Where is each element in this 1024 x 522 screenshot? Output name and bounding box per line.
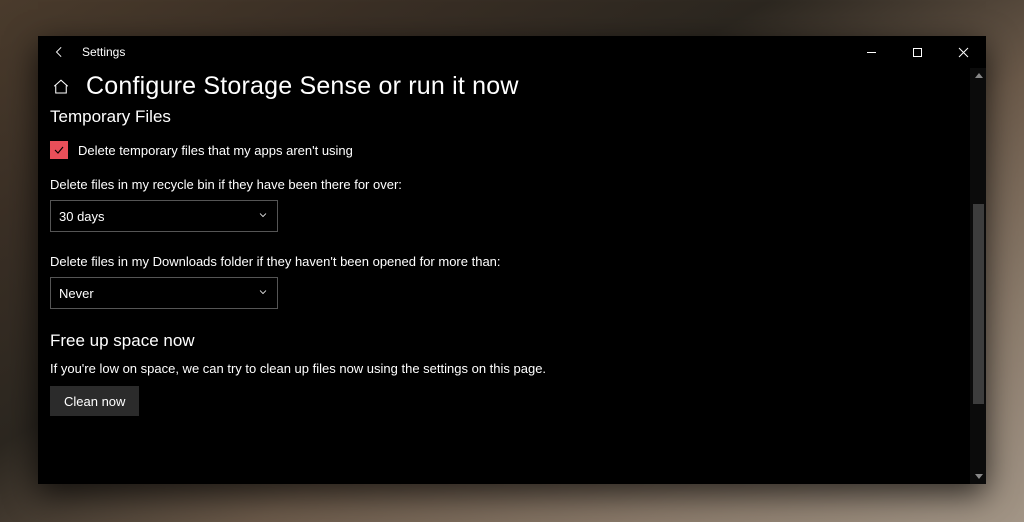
chevron-down-icon bbox=[257, 209, 269, 224]
settings-window: Settings Configure Storage S bbox=[38, 36, 986, 484]
downloads-value: Never bbox=[59, 286, 94, 301]
recycle-bin-value: 30 days bbox=[59, 209, 105, 224]
temporary-files-heading: Temporary Files bbox=[50, 107, 946, 127]
delete-temp-files-checkbox[interactable] bbox=[50, 141, 68, 159]
scroll-down-button[interactable] bbox=[971, 468, 986, 484]
minimize-button[interactable] bbox=[848, 36, 894, 68]
page-title: Configure Storage Sense or run it now bbox=[86, 72, 519, 101]
maximize-button[interactable] bbox=[894, 36, 940, 68]
free-up-space-description: If you're low on space, we can try to cl… bbox=[50, 361, 946, 376]
downloads-select[interactable]: Never bbox=[50, 277, 278, 309]
titlebar: Settings bbox=[38, 36, 986, 68]
downloads-label: Delete files in my Downloads folder if t… bbox=[50, 254, 946, 269]
scrollbar[interactable] bbox=[970, 68, 986, 484]
recycle-bin-label: Delete files in my recycle bin if they h… bbox=[50, 177, 946, 192]
scroll-up-button[interactable] bbox=[971, 68, 986, 84]
recycle-bin-select[interactable]: 30 days bbox=[50, 200, 278, 232]
clean-now-button[interactable]: Clean now bbox=[50, 386, 139, 416]
free-up-space-heading: Free up space now bbox=[50, 331, 946, 351]
back-button[interactable] bbox=[46, 36, 74, 68]
app-title: Settings bbox=[82, 45, 125, 59]
home-button[interactable] bbox=[50, 76, 72, 98]
delete-temp-files-label: Delete temporary files that my apps aren… bbox=[78, 143, 353, 158]
window-controls bbox=[848, 36, 986, 68]
scrollbar-track[interactable] bbox=[971, 84, 986, 468]
close-button[interactable] bbox=[940, 36, 986, 68]
scrollbar-thumb[interactable] bbox=[973, 204, 984, 404]
chevron-down-icon bbox=[257, 286, 269, 301]
